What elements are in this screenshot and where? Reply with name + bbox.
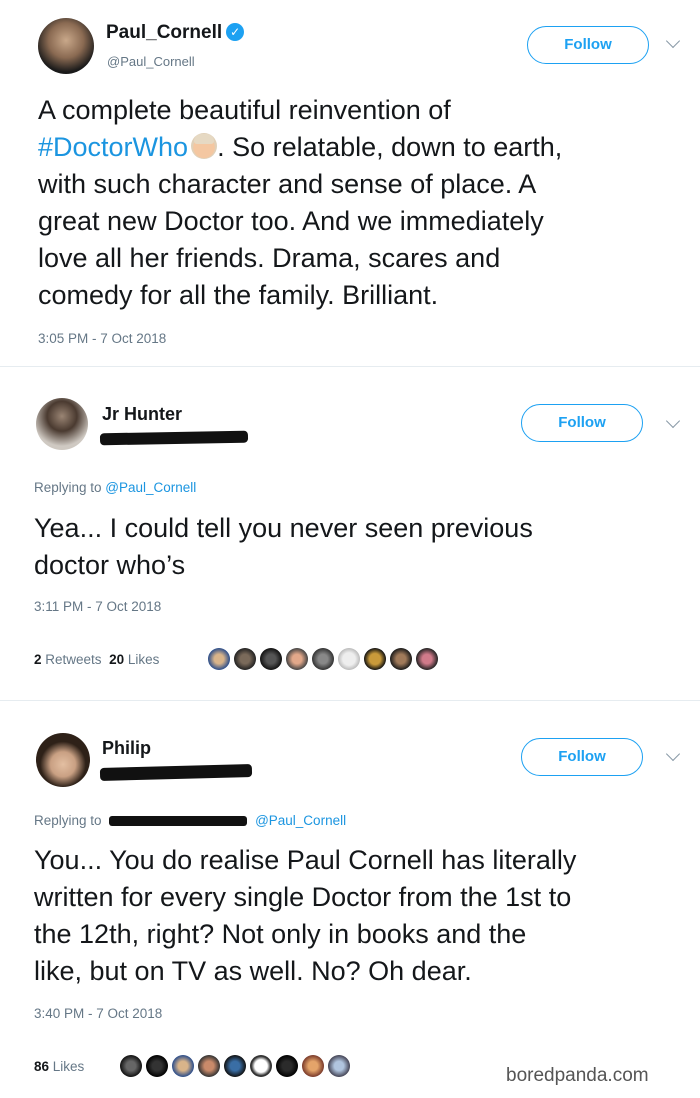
redacted-handle: [99, 430, 249, 446]
tweet-text: Yea... I could tell you never seen previ…: [34, 510, 684, 584]
likes-label[interactable]: Likes: [53, 1059, 85, 1074]
retweets-label[interactable]: Retweets: [45, 652, 101, 667]
liker-avatars: [120, 1055, 350, 1077]
tweet-jr-hunter: Jr Hunter Follow Replying to @Paul_Corne…: [0, 370, 700, 700]
liker-avatar[interactable]: [312, 648, 334, 670]
likes-count[interactable]: 20: [109, 652, 124, 667]
tweet-paul-cornell: Paul_Cornell ✓ @Paul_Cornell Follow A com…: [0, 0, 700, 380]
replying-to-label: Replying to: [34, 813, 102, 828]
replying-to-label: Replying to: [34, 480, 106, 495]
liker-avatar[interactable]: [390, 648, 412, 670]
tweet-text-line: A complete beautiful reinvention of: [38, 95, 451, 125]
tweet-timestamp[interactable]: 3:11 PM - 7 Oct 2018: [34, 599, 161, 614]
tweet-timestamp[interactable]: 3:05 PM - 7 Oct 2018: [38, 331, 166, 346]
divider: [0, 700, 700, 701]
liker-avatar[interactable]: [234, 648, 256, 670]
likes-count[interactable]: 86: [34, 1059, 49, 1074]
follow-button[interactable]: Follow: [521, 404, 643, 442]
follow-button[interactable]: Follow: [521, 738, 643, 776]
tweet-text-line: doctor who’s: [34, 550, 186, 580]
display-name[interactable]: Philip: [102, 738, 151, 759]
liker-avatar[interactable]: [276, 1055, 298, 1077]
redacted-handle: [109, 816, 248, 827]
liker-avatar[interactable]: [286, 648, 308, 670]
liker-avatar[interactable]: [328, 1055, 350, 1077]
liker-avatar[interactable]: [302, 1055, 324, 1077]
tweet-text: A complete beautiful reinvention of #Doc…: [38, 92, 688, 314]
liker-avatar[interactable]: [172, 1055, 194, 1077]
liker-avatar[interactable]: [146, 1055, 168, 1077]
display-name-text[interactable]: Paul_Cornell: [106, 22, 222, 43]
liker-avatar[interactable]: [260, 648, 282, 670]
tweet-text-line: the 12th, right? Not only in books and t…: [34, 919, 527, 949]
retweets-count[interactable]: 2: [34, 652, 42, 667]
tweet-text-line: Yea... I could tell you never seen previ…: [34, 513, 533, 543]
replying-to: Replying to @Paul_Cornell: [34, 480, 196, 495]
chevron-down-icon[interactable]: [665, 33, 681, 49]
replying-to-link[interactable]: @Paul_Cornell: [255, 813, 346, 828]
tweet-text-line: comedy for all the family. Brilliant.: [38, 280, 439, 310]
avatar[interactable]: [36, 733, 90, 787]
liker-avatar[interactable]: [250, 1055, 272, 1077]
tweet-text-line: like, but on TV as well. No? Oh dear.: [34, 956, 472, 986]
liker-avatar[interactable]: [364, 648, 386, 670]
tweet-text-line: great new Doctor too. And we immediately: [38, 206, 544, 236]
liker-avatar[interactable]: [416, 648, 438, 670]
tweet-text-line: love all her friends. Drama, scares and: [38, 243, 501, 273]
avatar[interactable]: [36, 398, 88, 450]
user-handle[interactable]: @Paul_Cornell: [107, 54, 195, 69]
redacted-handle: [99, 764, 253, 781]
display-name[interactable]: Paul_Cornell ✓: [106, 22, 245, 44]
liker-avatar[interactable]: [208, 648, 230, 670]
tweet-text-line: written for every single Doctor from the…: [34, 882, 572, 912]
tweet-text-line: You... You do realise Paul Cornell has l…: [34, 845, 577, 875]
tweet-timestamp[interactable]: 3:40 PM - 7 Oct 2018: [34, 1006, 162, 1021]
replying-to: Replying to @Paul_Cornell: [34, 813, 346, 828]
liker-avatar[interactable]: [338, 648, 360, 670]
divider: [0, 366, 700, 367]
chevron-down-icon[interactable]: [665, 746, 681, 762]
chevron-down-icon[interactable]: [665, 413, 681, 429]
liker-avatar[interactable]: [120, 1055, 142, 1077]
tweet-text-line: with such character and sense of place. …: [38, 169, 537, 199]
liker-avatar[interactable]: [198, 1055, 220, 1077]
display-name[interactable]: Jr Hunter: [102, 404, 182, 425]
woman-emoji-icon: [191, 133, 218, 159]
follow-button[interactable]: Follow: [527, 26, 649, 64]
tweet-philip: Philip Follow Replying to @Paul_Cornell …: [0, 705, 700, 1098]
watermark: boredpanda.com: [506, 1065, 649, 1086]
liker-avatar[interactable]: [224, 1055, 246, 1077]
tweet-text-line: . So relatable, down to earth,: [217, 132, 563, 162]
engagement-stats: 86 Likes: [34, 1059, 84, 1074]
avatar[interactable]: [38, 18, 94, 74]
liker-avatars: [208, 648, 438, 670]
likes-label[interactable]: Likes: [128, 652, 160, 667]
tweet-text: You... You do realise Paul Cornell has l…: [34, 842, 694, 990]
engagement-stats: 2 Retweets 20 Likes: [34, 652, 159, 667]
replying-to-link[interactable]: @Paul_Cornell: [105, 480, 196, 495]
hashtag-link[interactable]: #DoctorWho: [38, 132, 188, 162]
verified-badge-icon: ✓: [226, 23, 245, 41]
